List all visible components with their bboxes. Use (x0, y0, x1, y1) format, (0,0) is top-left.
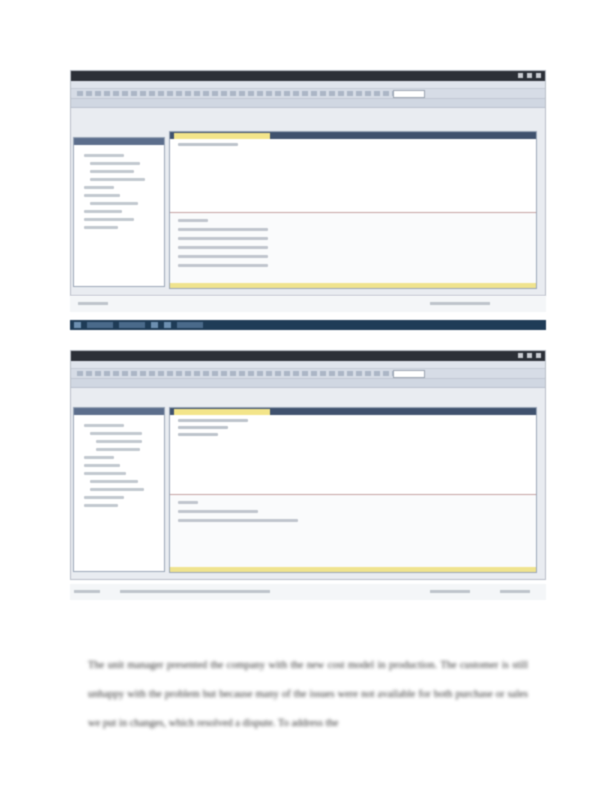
object-explorer[interactable] (73, 137, 165, 287)
object-tree[interactable] (74, 145, 164, 229)
query-status-bar (170, 283, 536, 288)
query-text-area[interactable] (170, 143, 536, 215)
taskbar-icon[interactable] (151, 322, 158, 328)
secondary-toolbar[interactable] (71, 99, 545, 108)
object-tree[interactable] (74, 415, 164, 507)
editor-tabs[interactable] (170, 132, 536, 139)
object-explorer-header (74, 138, 164, 145)
taskbar[interactable] (70, 320, 546, 330)
taskbar-icon[interactable] (164, 322, 171, 328)
close-icon[interactable] (536, 73, 541, 78)
query-editor[interactable] (169, 407, 537, 573)
menu-bar[interactable] (71, 361, 545, 369)
maximize-icon[interactable] (527, 353, 532, 358)
database-selector[interactable] (393, 370, 425, 378)
results-pane[interactable] (170, 212, 536, 283)
taskbar-item[interactable] (177, 322, 203, 328)
close-icon[interactable] (536, 353, 541, 358)
taskbar-item[interactable] (119, 322, 145, 328)
database-selector[interactable] (393, 90, 425, 98)
results-pane[interactable] (170, 494, 536, 567)
maximize-icon[interactable] (527, 73, 532, 78)
toolbar-icons[interactable] (77, 371, 395, 376)
minimize-icon[interactable] (518, 73, 523, 78)
object-explorer[interactable] (73, 407, 165, 572)
menu-bar[interactable] (71, 81, 545, 89)
query-editor[interactable] (169, 131, 537, 289)
start-icon[interactable] (74, 322, 81, 328)
window-titlebar (71, 351, 545, 361)
sql-screenshot-2 (70, 350, 546, 580)
body-paragraph: The unit manager presented the company w… (88, 659, 528, 729)
window-titlebar (71, 71, 545, 81)
query-status-bar (170, 567, 536, 572)
toolbar-icons[interactable] (77, 91, 395, 96)
object-explorer-header (74, 408, 164, 415)
editor-tabs[interactable] (170, 408, 536, 415)
toolbar[interactable] (71, 89, 545, 99)
toolbar[interactable] (71, 369, 545, 379)
query-text-area[interactable] (170, 419, 536, 497)
minimize-icon[interactable] (518, 353, 523, 358)
tab-query[interactable] (174, 409, 270, 415)
secondary-toolbar[interactable] (71, 379, 545, 388)
status-strip-2 (70, 584, 546, 600)
taskbar-item[interactable] (87, 322, 113, 328)
sql-screenshot-1 (70, 70, 546, 296)
status-strip-1 (70, 296, 546, 312)
tab-query[interactable] (174, 133, 270, 139)
